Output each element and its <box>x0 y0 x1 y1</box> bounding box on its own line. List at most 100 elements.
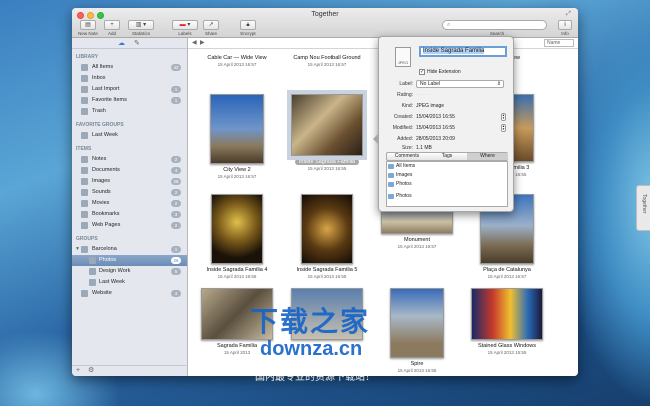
hide-extension-checkbox[interactable]: ✓ <box>419 69 425 75</box>
sidebar-item[interactable]: Trash <box>72 106 187 117</box>
search-input[interactable]: ⌕ <box>442 20 547 30</box>
sidebar-item[interactable]: Design Work 5 <box>72 266 187 277</box>
grid-item[interactable]: Inside Sagrada Familia 15 April 2013 16:5… <box>282 90 372 171</box>
grid-item[interactable]: City View 2 15 April 2013 16:57 <box>192 94 282 179</box>
images-icon <box>81 178 88 185</box>
image-thumbnail <box>301 194 353 264</box>
cloud-icon[interactable]: ☁ <box>118 39 125 47</box>
rating-stars[interactable]: · · · · · <box>416 92 430 98</box>
share-label: Share <box>204 31 217 36</box>
sidebar-item[interactable]: ▼ Barcelona 1 <box>72 244 187 255</box>
watermark-url: downza.cn <box>260 338 363 360</box>
all-items-icon <box>81 64 88 71</box>
back-icon[interactable]: ◀ <box>192 39 197 46</box>
modified-stepper[interactable]: ▴ ▾ <box>501 124 506 132</box>
name-input-value: Inside Sagrada Familia <box>423 48 485 54</box>
count-badge: 2 <box>171 156 181 163</box>
dock-tab[interactable]: Together <box>636 185 650 231</box>
grid-item[interactable]: Spire 15 April 2013 16:55 <box>372 288 462 373</box>
favorite-groups-header: FAVORITE GROUPS <box>76 122 124 128</box>
sidebar-item[interactable]: Favorite Items 1 <box>72 95 187 106</box>
item-caption: Camp Nou Football Ground <box>293 55 361 61</box>
list-item[interactable]: Photos <box>387 180 507 189</box>
documents-icon <box>81 167 88 174</box>
inspector-popover: JPEG Inside Sagrada Familia ✓ Hide Exten… <box>373 36 514 212</box>
sidebar-item-label: All Items <box>92 64 114 70</box>
folder-icon <box>81 246 88 253</box>
forward-icon[interactable]: ▶ <box>200 39 205 46</box>
label-icon: ▬ <box>179 22 186 28</box>
grid-item[interactable]: Inside Sagrada Familia 4 15 April 2013 16… <box>192 194 282 279</box>
sidebar-item[interactable]: Web Pages 2 <box>72 220 187 231</box>
name-input[interactable]: Inside Sagrada Familia <box>419 46 507 57</box>
item-caption: Spire <box>410 361 424 367</box>
disclosure-triangle-icon[interactable]: ▼ <box>75 244 80 255</box>
sidebar-item[interactable]: Inbox <box>72 73 187 84</box>
sidebar-item[interactable]: Movies 2 <box>72 198 187 209</box>
grid-item[interactable]: Inside Sagrada Familia 5 15 April 2013 16… <box>282 194 372 279</box>
sounds-icon <box>81 189 88 196</box>
new-note-button[interactable]: ▤ <box>80 20 96 30</box>
sidebar-item[interactable]: Sounds 2 <box>72 187 187 198</box>
item-caption: Monument <box>404 237 430 243</box>
item-date: 15 April 2013 16:57 <box>217 174 257 179</box>
item-caption: Inside Sagrada Familia 5 <box>296 267 358 273</box>
sidebar-item-label: Bookmarks <box>92 211 120 217</box>
grid-item[interactable]: Cable Car — Wide View 15 April 2013 16:57 <box>192 52 282 67</box>
sidebar-item[interactable]: All Items 42 <box>72 62 187 73</box>
created-label: Created: <box>393 114 413 120</box>
add-button[interactable]: + <box>104 20 120 30</box>
tab-where[interactable]: Where <box>467 153 508 160</box>
sort-select[interactable]: Name <box>544 39 574 47</box>
sidebar-item-label: Notes <box>92 156 107 162</box>
list-item[interactable]: Images <box>387 171 507 180</box>
sidebar-item[interactable]: Last Week <box>72 130 187 141</box>
count-badge: 3 <box>171 211 181 218</box>
sidebar-item[interactable]: Website 4 <box>72 288 187 299</box>
grid-item[interactable]: Stained Glass Windows 15 April 2013 16:55 <box>462 288 552 355</box>
label-select[interactable]: No Label ⇕ <box>416 80 504 88</box>
sidebar-item[interactable]: Notes 2 <box>72 154 187 165</box>
folder-icon <box>89 268 96 275</box>
item-caption: Inside Sagrada Familia 4 <box>206 267 268 273</box>
size-value: 1.1 MB <box>416 145 432 151</box>
labels-button[interactable]: ▬ ▾ <box>172 20 198 30</box>
count-badge: 1 <box>171 86 181 93</box>
pencil-icon[interactable]: ✎ <box>134 39 140 47</box>
encrypt-button[interactable]: 🔒︎ <box>240 20 256 30</box>
share-icon: ↗ <box>208 22 214 28</box>
sidebar-item[interactable]: Photos 26 <box>72 255 187 266</box>
clock-icon <box>81 132 88 139</box>
share-button[interactable]: ↗ <box>203 20 219 30</box>
where-list: All Items Images Photos Photos <box>386 161 508 207</box>
sidebar-item-label: Barcelona <box>92 246 117 252</box>
list-item[interactable]: All Items <box>387 162 507 171</box>
grid-item[interactable]: Camp Nou Football Ground 15 April 2013 16… <box>282 52 372 67</box>
sidebar-item[interactable]: Images 28 <box>72 176 187 187</box>
label-field-label: Label: <box>399 81 413 87</box>
sidebar-item[interactable]: Last Week <box>72 277 187 288</box>
all-items-icon <box>388 164 394 169</box>
sidebar: ☁ ✎ LIBRARY All Items 42 Inbox Last Import 1… <box>72 38 188 376</box>
tab-tags[interactable]: Tags <box>427 153 467 160</box>
tab-comments[interactable]: Comments <box>387 153 427 160</box>
created-stepper[interactable]: ▴ ▾ <box>501 113 506 121</box>
chevron-down-icon: ⇕ <box>496 81 501 87</box>
sidebar-item[interactable]: Bookmarks 3 <box>72 209 187 220</box>
clock-icon <box>89 279 96 286</box>
statistics-button[interactable]: ▥ ▾ <box>128 20 154 30</box>
dock-tab-label: Together <box>641 194 647 214</box>
sidebar-item[interactable]: Documents 4 <box>72 165 187 176</box>
list-item[interactable]: Photos <box>387 192 507 201</box>
add-group-button[interactable]: + <box>76 367 80 374</box>
modified-value: 15/04/2013 16:55 <box>416 125 455 131</box>
sidebar-item-label: Inbox <box>92 75 106 81</box>
fullscreen-icon[interactable]: ⤢ <box>566 11 573 18</box>
sidebar-footer: + ⚙ <box>72 365 188 376</box>
lock-icon: 🔒︎ <box>246 22 250 28</box>
gear-icon[interactable]: ⚙ <box>88 367 94 374</box>
sidebar-item-label: Images <box>92 178 111 184</box>
info-button[interactable]: i <box>558 20 572 30</box>
chart-icon: ▥ ▾ <box>135 22 147 28</box>
sidebar-item[interactable]: Last Import 1 <box>72 84 187 95</box>
